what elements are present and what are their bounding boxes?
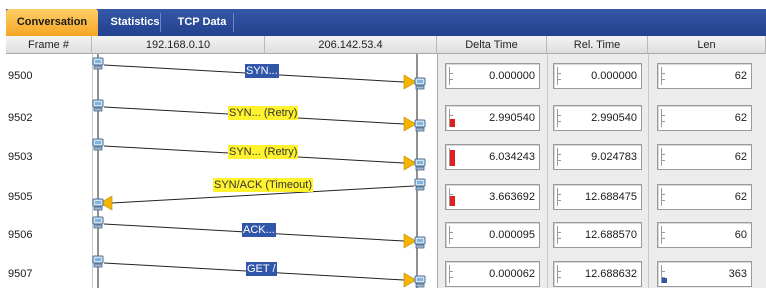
delta-time-field-value: 0.000000 [489, 70, 535, 82]
packet-label[interactable]: SYN... [245, 64, 279, 78]
rel-time-field-value: 9.024783 [591, 151, 637, 163]
rel-time-field: 2.990540 [553, 105, 642, 131]
frame-number: 9503 [8, 151, 33, 163]
level-gauge [557, 67, 563, 85]
level-gauge-fill [662, 278, 667, 283]
delta-time-field: 6.034243 [445, 144, 540, 170]
level-gauge [557, 265, 563, 283]
tab-tcp-data[interactable]: TCP Data [170, 9, 234, 36]
frame-number: 9505 [8, 191, 33, 203]
column-header-len[interactable]: Len [648, 36, 766, 54]
level-gauge [661, 67, 667, 85]
level-gauge-fill [450, 196, 455, 206]
delta-time-field: 3.663692 [445, 184, 540, 210]
len-field: 62 [657, 144, 752, 170]
len-field: 363 [657, 261, 752, 287]
rel-time-field: 12.688570 [553, 222, 642, 248]
rel-time-field-value: 12.688475 [585, 191, 637, 203]
delta-time-field: 0.000000 [445, 63, 540, 89]
conversation-row[interactable]: 9503 SYN... (Retry) 6.034243 9.024783 62 [6, 138, 766, 177]
len-field: 62 [657, 184, 752, 210]
delta-time-field: 0.000062 [445, 261, 540, 287]
level-gauge [661, 148, 667, 166]
tab-statistics[interactable]: Statistics [102, 9, 168, 36]
level-gauge [557, 148, 563, 166]
len-field-value: 363 [728, 268, 747, 280]
rel-time-field-value: 12.688570 [585, 229, 637, 241]
conversation-row[interactable]: 9506 ACK... 0.000095 12.688570 60 [6, 216, 766, 255]
level-gauge [661, 109, 667, 127]
rel-time-field: 12.688475 [553, 184, 642, 210]
len-field-value: 62 [734, 151, 747, 163]
delta-time-field: 2.990540 [445, 105, 540, 131]
frame-number: 9506 [8, 229, 33, 241]
delta-time-field-value: 3.663692 [489, 191, 535, 203]
len-field-value: 60 [734, 229, 747, 241]
tab-bar: Conversation Statistics TCP Data [0, 0, 766, 36]
delta-time-field-value: 2.990540 [489, 112, 535, 124]
packet-label[interactable]: GET / [246, 262, 277, 276]
column-header-row: Frame # 192.168.0.10 206.142.53.4 Delta … [6, 36, 766, 54]
rel-time-field-value: 0.000000 [591, 70, 637, 82]
len-field: 62 [657, 63, 752, 89]
level-gauge [661, 226, 667, 244]
len-field-value: 62 [734, 70, 747, 82]
level-gauge [557, 188, 563, 206]
delta-time-field-value: 0.000062 [489, 268, 535, 280]
column-header-frame[interactable]: Frame # [6, 36, 92, 54]
level-gauge [449, 67, 455, 85]
rel-time-field-value: 12.688632 [585, 268, 637, 280]
level-gauge [557, 109, 563, 127]
len-field-value: 62 [734, 112, 747, 124]
column-header-host-b[interactable]: 206.142.53.4 [265, 36, 437, 54]
level-gauge [661, 188, 667, 206]
frame-number: 9507 [8, 268, 33, 280]
conversation-grid: 9500 SYN... 0.000000 0.000000 62 9502 SYN... (… [6, 54, 766, 288]
level-gauge [449, 226, 455, 244]
packet-label[interactable]: SYN/ACK (Timeout) [213, 178, 314, 192]
delta-time-field-value: 0.000095 [489, 229, 535, 241]
column-header-host-a[interactable]: 192.168.0.10 [92, 36, 265, 54]
level-gauge [449, 265, 455, 283]
frame-number: 9500 [8, 70, 33, 82]
tab-conversation[interactable]: Conversation [6, 9, 98, 36]
conversation-row[interactable]: 9500 SYN... 0.000000 0.000000 62 [6, 57, 766, 96]
conversation-row[interactable]: 9505 SYN/ACK (Timeout) 3.663692 12.688475 62 [6, 178, 766, 217]
conversation-row[interactable]: 9502 SYN... (Retry) 2.990540 2.990540 62 [6, 99, 766, 138]
rel-time-field: 0.000000 [553, 63, 642, 89]
level-gauge-fill [450, 119, 455, 127]
level-gauge [557, 226, 563, 244]
rel-time-field: 12.688632 [553, 261, 642, 287]
frame-number: 9502 [8, 112, 33, 124]
column-header-rel-time[interactable]: Rel. Time [547, 36, 648, 54]
conversation-row[interactable]: 9507 GET / 0.000062 12.688632 363 [6, 255, 766, 288]
packet-label[interactable]: ACK... [242, 223, 276, 237]
len-field-value: 62 [734, 191, 747, 203]
len-field: 60 [657, 222, 752, 248]
delta-time-field-value: 6.034243 [489, 151, 535, 163]
level-gauge-fill [450, 150, 455, 166]
rel-time-field-value: 2.990540 [591, 112, 637, 124]
column-header-delta-time[interactable]: Delta Time [437, 36, 547, 54]
rel-time-field: 9.024783 [553, 144, 642, 170]
len-field: 62 [657, 105, 752, 131]
packet-label[interactable]: SYN... (Retry) [228, 106, 299, 120]
packet-label[interactable]: SYN... (Retry) [228, 145, 299, 159]
delta-time-field: 0.000095 [445, 222, 540, 248]
